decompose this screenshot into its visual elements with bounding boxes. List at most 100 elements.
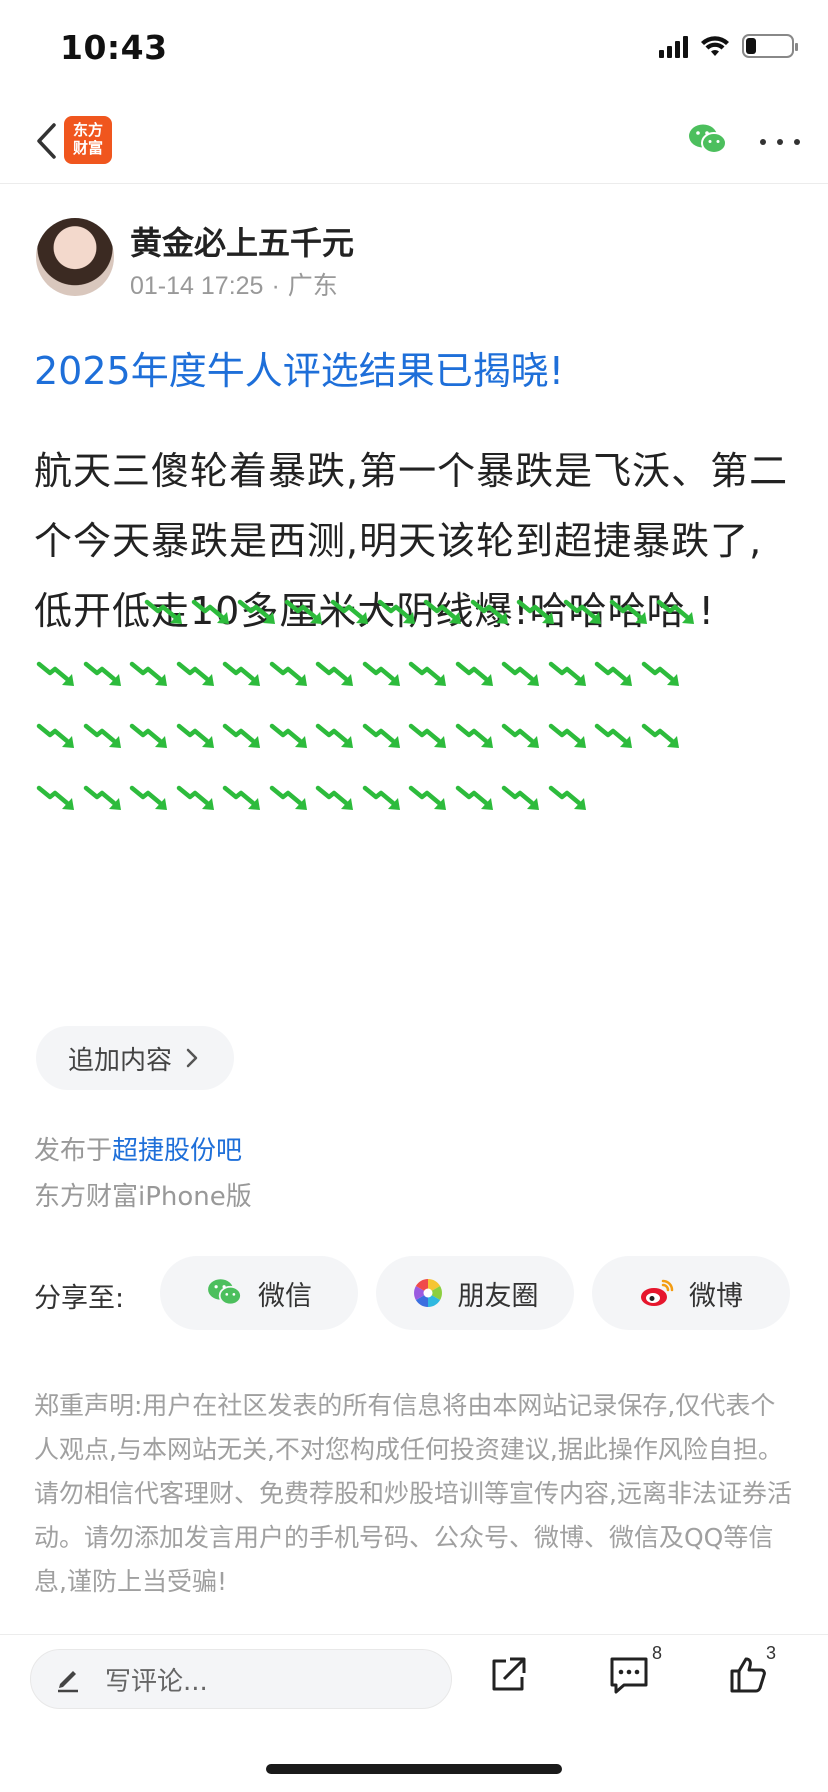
green-down-arrow-icon [83, 723, 121, 748]
comments-button[interactable] [608, 1655, 652, 1699]
wechat-icon [689, 124, 727, 154]
nav-bar: 东方 财富 [0, 100, 828, 184]
cellular-signal-icon [659, 34, 688, 58]
more-dots-icon [760, 139, 766, 145]
chevron-left-icon [37, 123, 56, 159]
post-title-link[interactable]: 2025年度牛人评选结果已揭晓! [34, 340, 564, 395]
green-down-arrow-icon [641, 723, 679, 748]
green-down-arrow-icon [284, 599, 322, 624]
green-down-arrow-icon [362, 661, 400, 686]
share-moments-label: 朋友圈 [457, 1280, 539, 1312]
share-wechat-button[interactable]: 微信 [160, 1256, 358, 1330]
post-datetime: 01-14 17:25 [130, 272, 264, 300]
green-down-arrow-icon [129, 723, 167, 748]
green-down-arrow-icon [129, 785, 167, 810]
share-weibo-label: 微博 [689, 1280, 743, 1312]
post-location: 广东 [287, 272, 338, 300]
green-down-arrow-icon [455, 785, 493, 810]
green-down-arrow-icon [237, 599, 275, 624]
home-indicator [266, 1764, 562, 1774]
green-down-arrow-icon [362, 785, 400, 810]
green-down-arrow-icon [594, 661, 632, 686]
comment-placeholder: 写评论... [105, 1666, 208, 1697]
bottom-bar: 写评论... 8 3 [0, 1634, 828, 1728]
comment-input[interactable]: 写评论... [30, 1649, 452, 1709]
status-icons [659, 34, 798, 58]
green-down-arrow-icon [222, 661, 260, 686]
green-down-arrow-icon [377, 599, 415, 624]
green-down-arrow-icon [315, 723, 353, 748]
share-wechat-label: 微信 [258, 1280, 312, 1312]
author-meta: 01-14 17:25 · 广东 [130, 272, 338, 300]
pencil-icon [58, 1671, 78, 1693]
green-down-arrow-icon [144, 599, 182, 624]
green-down-arrow-icon [176, 661, 214, 686]
chevron-right-icon [186, 1048, 198, 1068]
status-bar: 10:43 [0, 0, 828, 100]
green-down-arrow-icon [269, 785, 307, 810]
moments-icon [413, 1279, 442, 1307]
green-down-arrow-icon [548, 661, 586, 686]
green-down-arrow-icon [315, 661, 353, 686]
like-count: 3 [766, 1643, 777, 1663]
green-down-arrow-icon [455, 723, 493, 748]
battery-icon [742, 34, 798, 58]
client-source: 东方财富iPhone版 [34, 1182, 252, 1212]
green-down-arrow-icon [176, 785, 214, 810]
comment-count: 8 [652, 1643, 663, 1663]
green-down-arrow-icon [315, 785, 353, 810]
green-down-arrow-icon [408, 661, 446, 686]
green-down-arrow-icon [129, 661, 167, 686]
green-down-arrow-icon [563, 599, 601, 624]
append-content-label: 追加内容 [68, 1045, 173, 1076]
author-name[interactable]: 黄金必上五千元 [130, 218, 354, 264]
share-weibo-button[interactable]: 微博 [592, 1256, 790, 1330]
green-down-arrow-icon [191, 599, 229, 624]
green-down-arrow-icon [36, 661, 74, 686]
weibo-icon [641, 1279, 674, 1306]
wechat-icon [208, 1279, 242, 1306]
green-down-arrow-icon [222, 723, 260, 748]
comment-icon [610, 1657, 648, 1694]
green-down-arrow-icon [641, 661, 679, 686]
green-down-arrow-icon [548, 785, 586, 810]
wechat-share-button[interactable] [688, 122, 728, 162]
green-down-arrow-icon [656, 599, 694, 624]
append-content-button[interactable]: 追加内容 [36, 1026, 234, 1090]
back-button[interactable] [26, 118, 66, 164]
green-down-arrow-icon [269, 661, 307, 686]
green-down-arrow-icon [176, 723, 214, 748]
avatar[interactable] [36, 218, 114, 296]
green-down-arrow-icon [269, 723, 307, 748]
share-label: 分享至: [34, 1283, 125, 1314]
green-down-arrow-icon [222, 785, 260, 810]
green-down-arrow-icon [516, 599, 554, 624]
green-down-arrow-icon [501, 661, 539, 686]
green-down-arrow-icon [501, 723, 539, 748]
green-down-arrow-icon [455, 661, 493, 686]
forum-link[interactable]: 超捷股份吧 [112, 1136, 242, 1166]
green-down-arrow-icon [36, 785, 74, 810]
forward-button[interactable] [488, 1655, 532, 1699]
green-down-arrow-icon [83, 785, 121, 810]
green-down-arrow-icon [408, 785, 446, 810]
share-moments-button[interactable]: 朋友圈 [376, 1256, 574, 1330]
green-down-arrow-icon [362, 723, 400, 748]
share-out-icon [492, 1657, 526, 1691]
green-down-arrow-icon [83, 661, 121, 686]
green-down-arrow-icon [470, 599, 508, 624]
disclaimer: 郑重声明:用户在社区发表的所有信息将由本网站记录保存,仅代表个人观点,与本网站无… [34, 1391, 792, 1596]
green-down-arrow-icon [501, 785, 539, 810]
thumbs-up-icon [730, 1657, 766, 1693]
green-down-arrow-icon [330, 599, 368, 624]
green-down-arrow-icon [548, 723, 586, 748]
published-in: 发布于超捷股份吧 [34, 1136, 243, 1166]
app-logo: 东方 财富 [64, 116, 112, 164]
green-down-arrow-icon [408, 723, 446, 748]
more-button[interactable] [760, 122, 800, 162]
green-down-arrow-icon [423, 599, 461, 624]
green-down-arrow-icon [594, 723, 632, 748]
wifi-icon [701, 36, 729, 56]
green-down-arrow-icon [36, 723, 74, 748]
green-down-arrow-icon [609, 599, 647, 624]
